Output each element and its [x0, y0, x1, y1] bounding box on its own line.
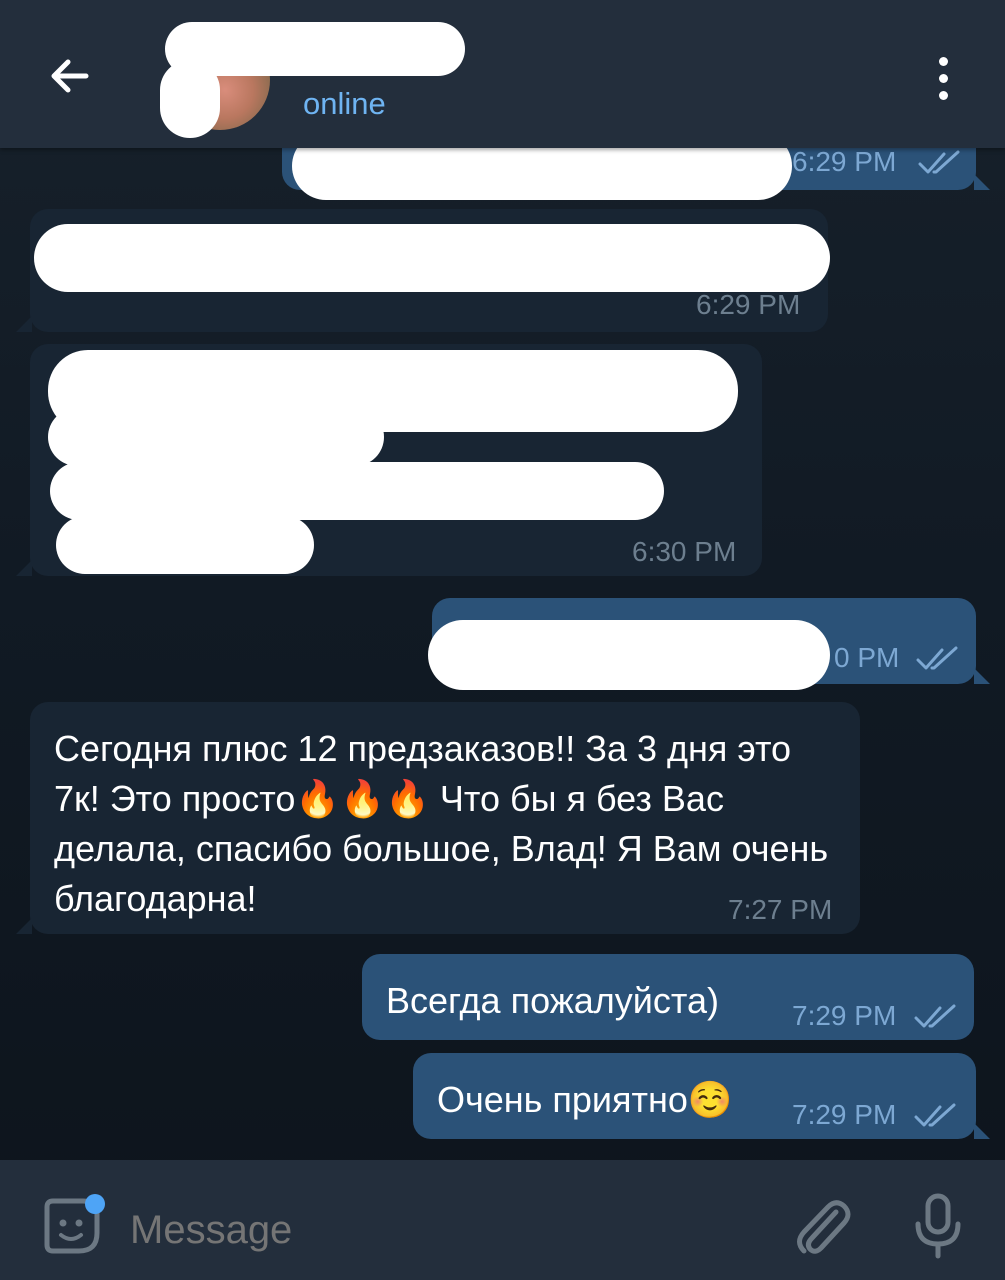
message-incoming[interactable]: Сегодня плюс 12 предзаказов!! За 3 дня э… — [16, 702, 860, 934]
sticker-icon — [44, 1194, 105, 1254]
message-outgoing[interactable]: Очень приятно☺️ 7:29 PM — [413, 1053, 990, 1139]
message-text: Сегодня плюс 12 предзаказов!! За 3 дня э… — [54, 728, 829, 919]
double-check-icon — [914, 1103, 956, 1127]
contact-status: online — [303, 86, 386, 121]
message-time: 7:29 PM — [792, 1000, 897, 1031]
message-time: 7:27 PM — [728, 894, 833, 925]
redaction-mark — [50, 462, 664, 520]
contact-name-redacted[interactable] — [165, 22, 465, 76]
message-outgoing[interactable]: Всегда пожалуйста) 7:29 PM — [362, 954, 974, 1040]
chat-header: online — [0, 0, 1005, 148]
message-time: 7:29 PM — [792, 1099, 897, 1130]
redaction-mark — [34, 224, 830, 292]
double-check-icon — [914, 1004, 956, 1028]
paperclip-icon — [797, 1200, 851, 1254]
message-time: 6:29 PM — [696, 289, 801, 320]
voice-record-button[interactable] — [908, 1190, 968, 1262]
redaction-mark — [48, 408, 384, 466]
redaction-mark — [56, 516, 314, 574]
more-menu-button[interactable] — [920, 50, 966, 106]
message-time: 6:29 PM — [792, 146, 897, 177]
message-time: 0 PM — [834, 642, 900, 673]
attach-button[interactable] — [790, 1190, 854, 1262]
arrow-left-icon — [51, 59, 89, 93]
message-time: 6:30 PM — [632, 536, 737, 567]
message-text: Очень приятно☺️ — [437, 1079, 733, 1120]
message-text: Всегда пожалуйста) — [386, 980, 719, 1021]
redaction-mark — [428, 620, 830, 690]
double-check-icon — [918, 150, 960, 174]
sticker-button[interactable] — [36, 1190, 108, 1262]
double-check-icon — [916, 646, 958, 670]
message-input[interactable] — [130, 1205, 730, 1255]
more-vertical-icon — [938, 56, 948, 66]
back-button[interactable] — [40, 46, 100, 106]
microphone-icon — [915, 1193, 961, 1259]
